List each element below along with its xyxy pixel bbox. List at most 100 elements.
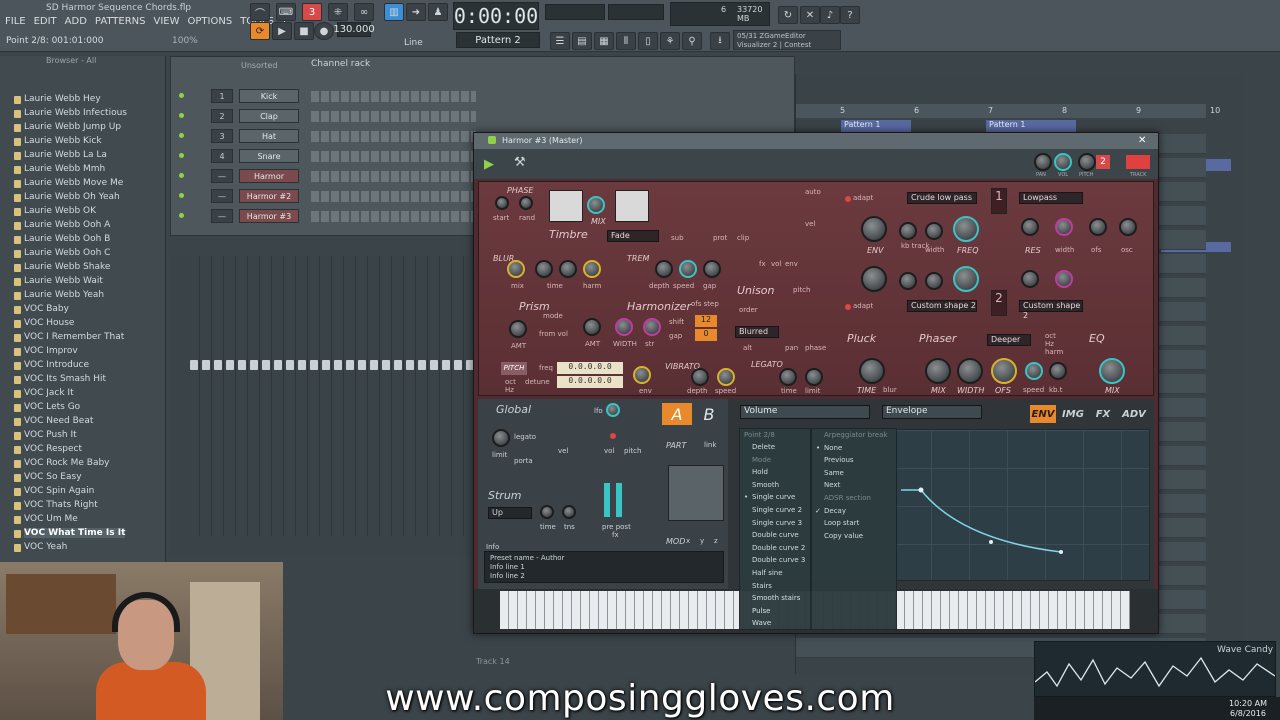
mixer-fader[interactable] [274,360,282,370]
pluck-time-knob[interactable] [859,358,885,384]
filter1-width-knob[interactable] [925,222,943,240]
mixer-fader[interactable] [202,360,210,370]
loop-mode-button[interactable]: ⟳ [250,22,270,40]
mixer-fader[interactable] [334,360,342,370]
filter1-type-dropdown[interactable]: Crude low pass [907,192,977,204]
wrench-icon[interactable]: ✕ [800,6,820,24]
menu-item[interactable]: Delete [752,443,775,451]
channel-mixer-track[interactable]: — [211,169,233,183]
piano-key[interactable] [950,591,959,629]
step-edit-icon[interactable]: ⁜ [328,3,348,21]
channel-mixer-track[interactable]: 1 [211,89,233,103]
piano-key[interactable] [1040,591,1049,629]
piano-key[interactable] [590,591,599,629]
countdown-icon[interactable]: 3 [302,3,322,21]
piano-key[interactable] [1094,591,1103,629]
piano-key[interactable] [707,591,716,629]
filter2-type-dropdown[interactable]: Lowpass [1019,192,1083,204]
channel-row[interactable]: — Harmor [175,169,476,185]
browser-item[interactable]: Laurie Webb Oh Yeah [14,192,120,202]
typing-keyboard-icon[interactable]: ⌨ [276,3,296,21]
browser-item[interactable]: VOC Lets Go [13,402,80,412]
start-knob[interactable] [495,196,509,210]
browser-item[interactable]: VOC So Easy [14,472,82,482]
legato-time-knob[interactable] [779,368,797,386]
step-sequencer[interactable] [311,211,476,222]
browser-item[interactable]: VOC I Remember That [13,332,124,342]
filter1-kb-knob[interactable] [899,222,917,240]
song-time-display[interactable]: 0:00:00 [453,2,539,30]
channel-mixer-track[interactable]: 3 [211,129,233,143]
volume-knob[interactable] [1054,153,1072,171]
mixer-fader[interactable] [238,360,246,370]
browser-item[interactable]: Laurie Webb Wait [14,276,103,286]
browser-item[interactable]: Laurie Webb Infectious [14,108,127,118]
browser-item[interactable]: VOC Rock Me Baby [14,458,110,468]
piano-key[interactable] [518,591,527,629]
playlist-clip[interactable]: Pattern 1 [986,120,1076,132]
piano-key[interactable] [941,591,950,629]
mixer-strip[interactable] [356,256,368,536]
part-a-tab[interactable]: A [662,403,692,425]
menu-item-options[interactable]: OPTIONS [187,16,234,27]
pre-fader[interactable] [604,483,610,517]
strum-tns-knob[interactable] [562,505,576,519]
phaser-kbt-knob[interactable] [1049,362,1067,380]
piano-icon[interactable]: ▥ [384,3,404,21]
mic-icon[interactable]: ♪ [820,6,840,24]
blur-time2-knob[interactable] [559,260,577,278]
mixer-strip[interactable] [368,256,380,536]
detune-display[interactable]: 0.0.0.0.0 [557,376,623,388]
playlist-clip[interactable]: Pattern 1 [841,120,911,132]
mixer-strip[interactable] [428,256,440,536]
browser-item[interactable]: VOC Push It [14,430,77,440]
vel-led[interactable] [610,433,616,439]
menu-item[interactable]: Decay [815,507,846,515]
prism-amt-knob[interactable] [509,320,527,338]
filter2-width2-knob[interactable] [1055,270,1073,288]
channel-filter[interactable]: Unsorted [241,61,277,70]
channel-row[interactable]: 2 Clap [175,109,476,125]
piano-key[interactable] [1085,591,1094,629]
filter2-res2-knob[interactable] [1021,270,1039,288]
browser-item[interactable]: Laurie Webb Ooh B [13,234,110,244]
mixer-fader[interactable] [394,360,402,370]
piano-key[interactable] [716,591,725,629]
piano-key[interactable] [1121,591,1130,629]
browser-item[interactable]: VOC Um Me [14,514,78,524]
vibrato-speed-knob[interactable] [717,368,735,386]
harmor-titlebar[interactable]: Harmor #3 (Master) [474,133,1158,149]
channel-mixer-track[interactable]: — [211,189,233,203]
filter2-freq-knob[interactable] [953,266,979,292]
menu-item[interactable]: Previous [824,456,854,464]
mixer-fader[interactable] [322,360,330,370]
step-sequencer[interactable] [311,151,476,162]
filter2-number[interactable]: 2 [991,290,1007,316]
filter1-env-knob[interactable] [861,216,887,242]
menu-item[interactable]: Smooth stairs [752,594,800,602]
piano-key[interactable] [500,591,509,629]
mixer-strip[interactable] [320,256,332,536]
browser-item[interactable]: VOC Need Beat [13,416,93,426]
channel-row[interactable]: 4 Snare [175,149,476,165]
browser-item[interactable]: Laurie Webb Move Me [13,178,123,188]
piano-key[interactable] [572,591,581,629]
menu-item[interactable]: Double curve [752,531,799,539]
browser-item[interactable]: Laurie Webb Jump Up [13,122,121,132]
piano-key[interactable] [932,591,941,629]
mixer-strip[interactable] [224,256,236,536]
browser-item[interactable]: Laurie Webb Ooh C [13,248,110,258]
trem-gap-knob[interactable] [703,260,721,278]
pitch-knob[interactable] [1078,153,1096,171]
piano-key[interactable] [509,591,518,629]
unison-mode-dropdown[interactable]: Blurred [735,326,779,338]
channel-name-button[interactable]: Harmor #3 [239,209,299,223]
mixer-track-button[interactable] [1126,155,1150,169]
browser-item[interactable]: VOC House [13,318,74,328]
browser-item[interactable]: Laurie Webb Ooh A [13,220,110,230]
pitch-env-knob[interactable] [633,366,651,384]
menu-item-patterns[interactable]: PATTERNS [94,16,147,27]
piano-key[interactable] [626,591,635,629]
mixer-fader[interactable] [346,360,354,370]
menu-item-edit[interactable]: EDIT [33,16,58,27]
